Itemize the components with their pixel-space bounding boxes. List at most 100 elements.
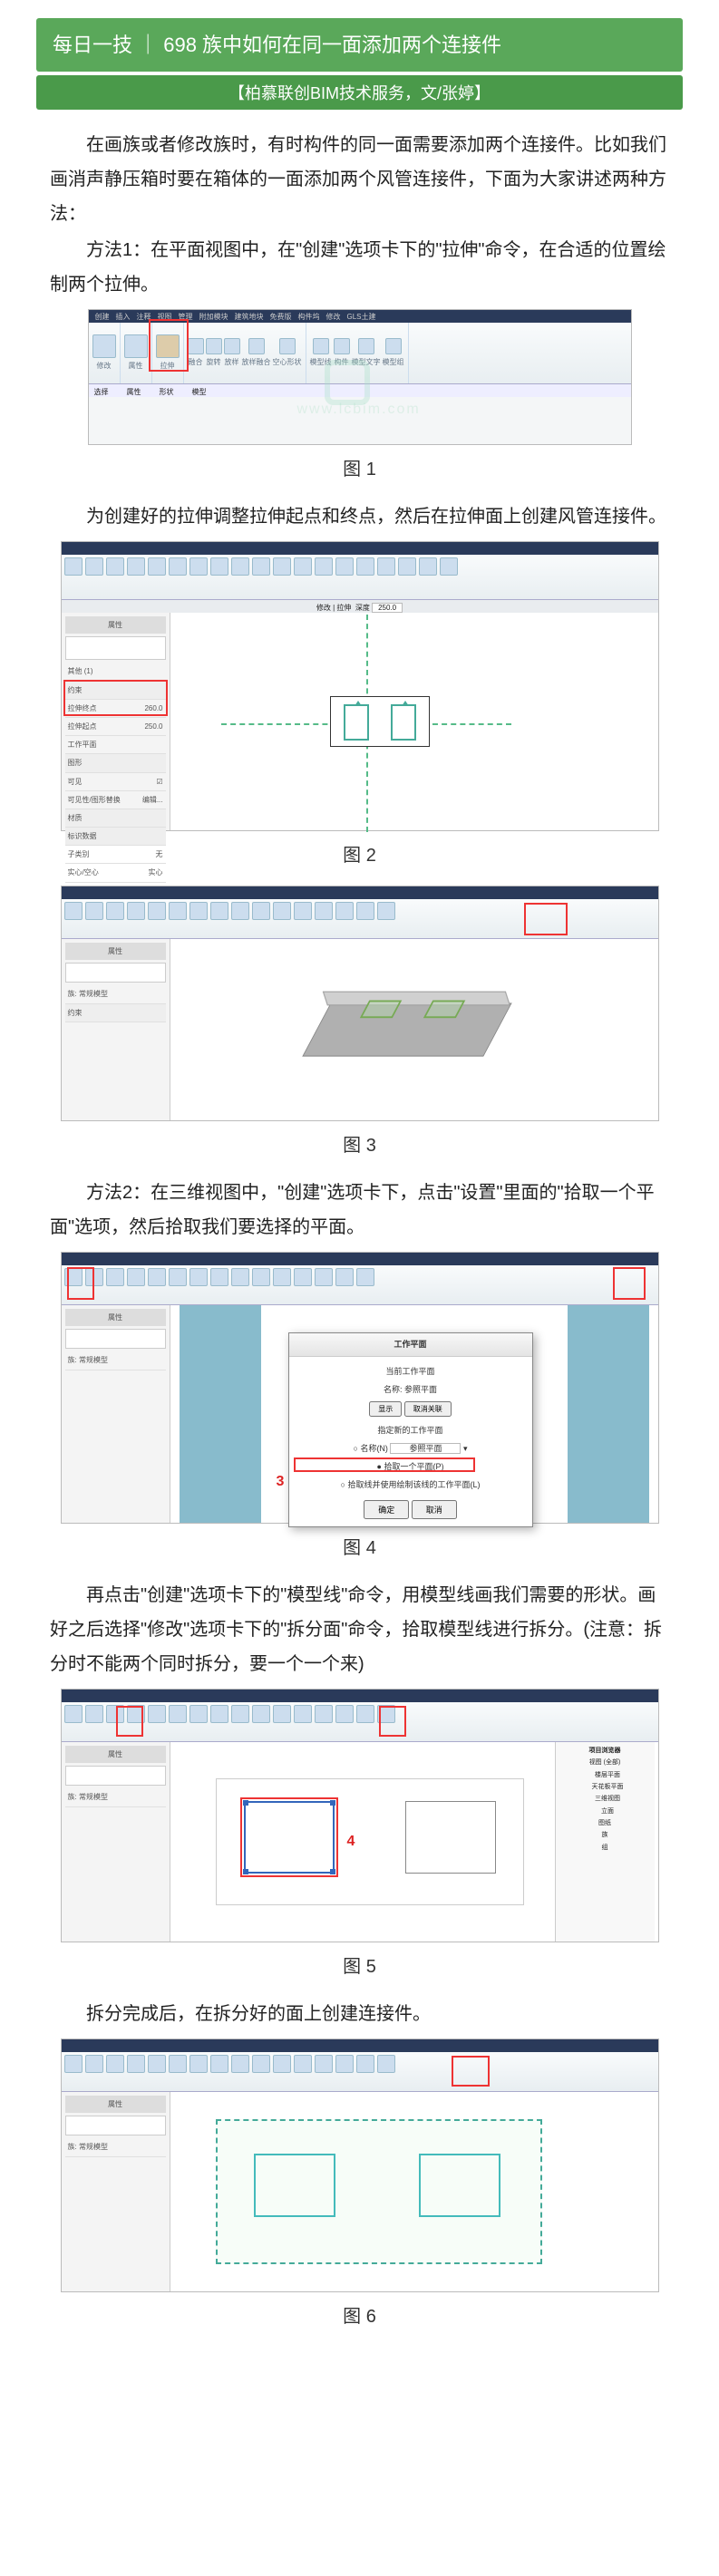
rb-icon[interactable] bbox=[252, 557, 270, 576]
rb-icon[interactable] bbox=[252, 1268, 270, 1286]
rb-icon[interactable] bbox=[377, 2055, 395, 2073]
rb-icon[interactable] bbox=[252, 902, 270, 920]
rb-icon[interactable] bbox=[189, 1705, 208, 1723]
tab-create[interactable]: 创建 bbox=[92, 310, 112, 324]
rb-icon[interactable] bbox=[335, 902, 354, 920]
rb-icon[interactable] bbox=[169, 1268, 187, 1286]
modify-icon[interactable] bbox=[92, 334, 116, 358]
rb-icon[interactable] bbox=[335, 1705, 354, 1723]
rb-icon[interactable] bbox=[85, 902, 103, 920]
dissoc-button[interactable]: 取消关联 bbox=[404, 1401, 452, 1417]
rb-icon[interactable] bbox=[377, 902, 395, 920]
project-browser[interactable]: 项目浏览器 视图 (全部) 楼层平面 天花板平面 三维视图 立面 图纸 族 组 bbox=[555, 1742, 655, 1942]
rb-icon[interactable] bbox=[148, 2055, 166, 2073]
sweepblend-icon[interactable] bbox=[248, 338, 265, 354]
rb-icon[interactable] bbox=[231, 2055, 249, 2073]
rb-icon[interactable] bbox=[273, 1705, 291, 1723]
visedit-row[interactable]: 可见性/图形替换 bbox=[68, 793, 121, 807]
view-node[interactable]: 三维视图 bbox=[559, 1793, 652, 1805]
rb-icon[interactable] bbox=[127, 2055, 145, 2073]
rb-icon[interactable] bbox=[64, 557, 83, 576]
cat-row-6[interactable]: 族: 常规模型 bbox=[68, 2140, 108, 2154]
rb-icon[interactable] bbox=[273, 1268, 291, 1286]
rb-icon[interactable] bbox=[231, 902, 249, 920]
view-node[interactable]: 视图 (全部) bbox=[559, 1757, 652, 1768]
tab-addins[interactable]: 附加模块 bbox=[197, 310, 231, 324]
rb-icon[interactable] bbox=[148, 1268, 166, 1286]
rb-icon[interactable] bbox=[231, 557, 249, 576]
rb-icon[interactable] bbox=[294, 1268, 312, 1286]
rb-icon[interactable] bbox=[64, 1705, 83, 1723]
void-icon[interactable] bbox=[279, 338, 296, 354]
rb-icon[interactable] bbox=[64, 902, 83, 920]
rb-icon[interactable] bbox=[210, 557, 228, 576]
rb-icon[interactable] bbox=[377, 557, 395, 576]
rb-icon[interactable] bbox=[356, 1268, 374, 1286]
cancel-button[interactable]: 取消 bbox=[412, 1500, 457, 1519]
rb-icon[interactable] bbox=[273, 902, 291, 920]
cat-row-5[interactable]: 族: 常规模型 bbox=[68, 1790, 108, 1804]
rb-icon[interactable] bbox=[231, 1705, 249, 1723]
sweep-icon[interactable] bbox=[224, 338, 240, 354]
rb-icon[interactable] bbox=[252, 2055, 270, 2073]
rb-icon[interactable] bbox=[85, 557, 103, 576]
opt-line[interactable]: ○ 拾取线并使用绘制该线的工作平面(L) bbox=[296, 1477, 525, 1493]
rb-icon[interactable] bbox=[189, 1268, 208, 1286]
revolve-icon[interactable] bbox=[206, 338, 222, 354]
rb-icon[interactable] bbox=[252, 1705, 270, 1723]
rb-icon[interactable] bbox=[106, 557, 124, 576]
rb-icon[interactable] bbox=[106, 1268, 124, 1286]
rb-icon[interactable] bbox=[231, 1268, 249, 1286]
rb-icon[interactable] bbox=[189, 2055, 208, 2073]
blend-icon[interactable] bbox=[188, 338, 204, 354]
depth-input[interactable]: 250.0 bbox=[372, 603, 403, 613]
rb-icon[interactable] bbox=[169, 557, 187, 576]
rb-icon[interactable] bbox=[189, 557, 208, 576]
rb-icon[interactable] bbox=[127, 902, 145, 920]
component-icon[interactable] bbox=[334, 338, 350, 354]
tab-insert[interactable]: 插入 bbox=[113, 310, 133, 324]
rb-icon[interactable] bbox=[273, 557, 291, 576]
show-button[interactable]: 显示 bbox=[369, 1401, 402, 1417]
rb-icon[interactable] bbox=[315, 557, 333, 576]
rb-icon[interactable] bbox=[106, 2055, 124, 2073]
other-row[interactable]: 其他 (1) bbox=[68, 664, 93, 678]
rb-icon[interactable] bbox=[294, 2055, 312, 2073]
rb-icon[interactable] bbox=[210, 902, 228, 920]
rb-icon[interactable] bbox=[169, 902, 187, 920]
ok-button[interactable]: 确定 bbox=[364, 1500, 409, 1519]
view-node[interactable]: 组 bbox=[559, 1842, 652, 1854]
opt-name[interactable]: ○ 名称(N) 参照平面 ▾ bbox=[296, 1441, 525, 1457]
rb-icon[interactable] bbox=[315, 1268, 333, 1286]
rb-icon[interactable] bbox=[189, 902, 208, 920]
rb-icon[interactable] bbox=[85, 1705, 103, 1723]
properties-icon[interactable] bbox=[124, 334, 148, 358]
tab-modify[interactable]: 修改 bbox=[324, 310, 344, 324]
view-node[interactable]: 立面 bbox=[559, 1806, 652, 1817]
rb-icon[interactable] bbox=[210, 1705, 228, 1723]
tab-comp[interactable]: 构件坞 bbox=[296, 310, 323, 324]
rb-icon[interactable] bbox=[273, 2055, 291, 2073]
tab-free[interactable]: 免费版 bbox=[267, 310, 295, 324]
view-node[interactable]: 楼层平面 bbox=[559, 1769, 652, 1781]
rb-icon[interactable] bbox=[335, 1268, 354, 1286]
rb-icon[interactable] bbox=[335, 557, 354, 576]
rb-icon[interactable] bbox=[315, 902, 333, 920]
rb-icon[interactable] bbox=[106, 902, 124, 920]
rb-icon[interactable] bbox=[127, 557, 145, 576]
rb-icon[interactable] bbox=[169, 2055, 187, 2073]
view-node[interactable]: 天花板平面 bbox=[559, 1781, 652, 1793]
rb-icon[interactable] bbox=[315, 2055, 333, 2073]
tab-gls[interactable]: GLS土建 bbox=[345, 310, 379, 324]
rb-icon[interactable] bbox=[148, 557, 166, 576]
rb-icon[interactable] bbox=[398, 557, 416, 576]
view-node[interactable]: 族 bbox=[559, 1829, 652, 1841]
rb-icon[interactable] bbox=[148, 1705, 166, 1723]
rb-icon[interactable] bbox=[335, 2055, 354, 2073]
rb-icon[interactable] bbox=[169, 1705, 187, 1723]
rb-icon[interactable] bbox=[356, 1705, 374, 1723]
modelline-icon[interactable] bbox=[313, 338, 329, 354]
modelgroup-icon[interactable] bbox=[385, 338, 402, 354]
rb-icon[interactable] bbox=[356, 902, 374, 920]
rb-icon[interactable] bbox=[294, 902, 312, 920]
